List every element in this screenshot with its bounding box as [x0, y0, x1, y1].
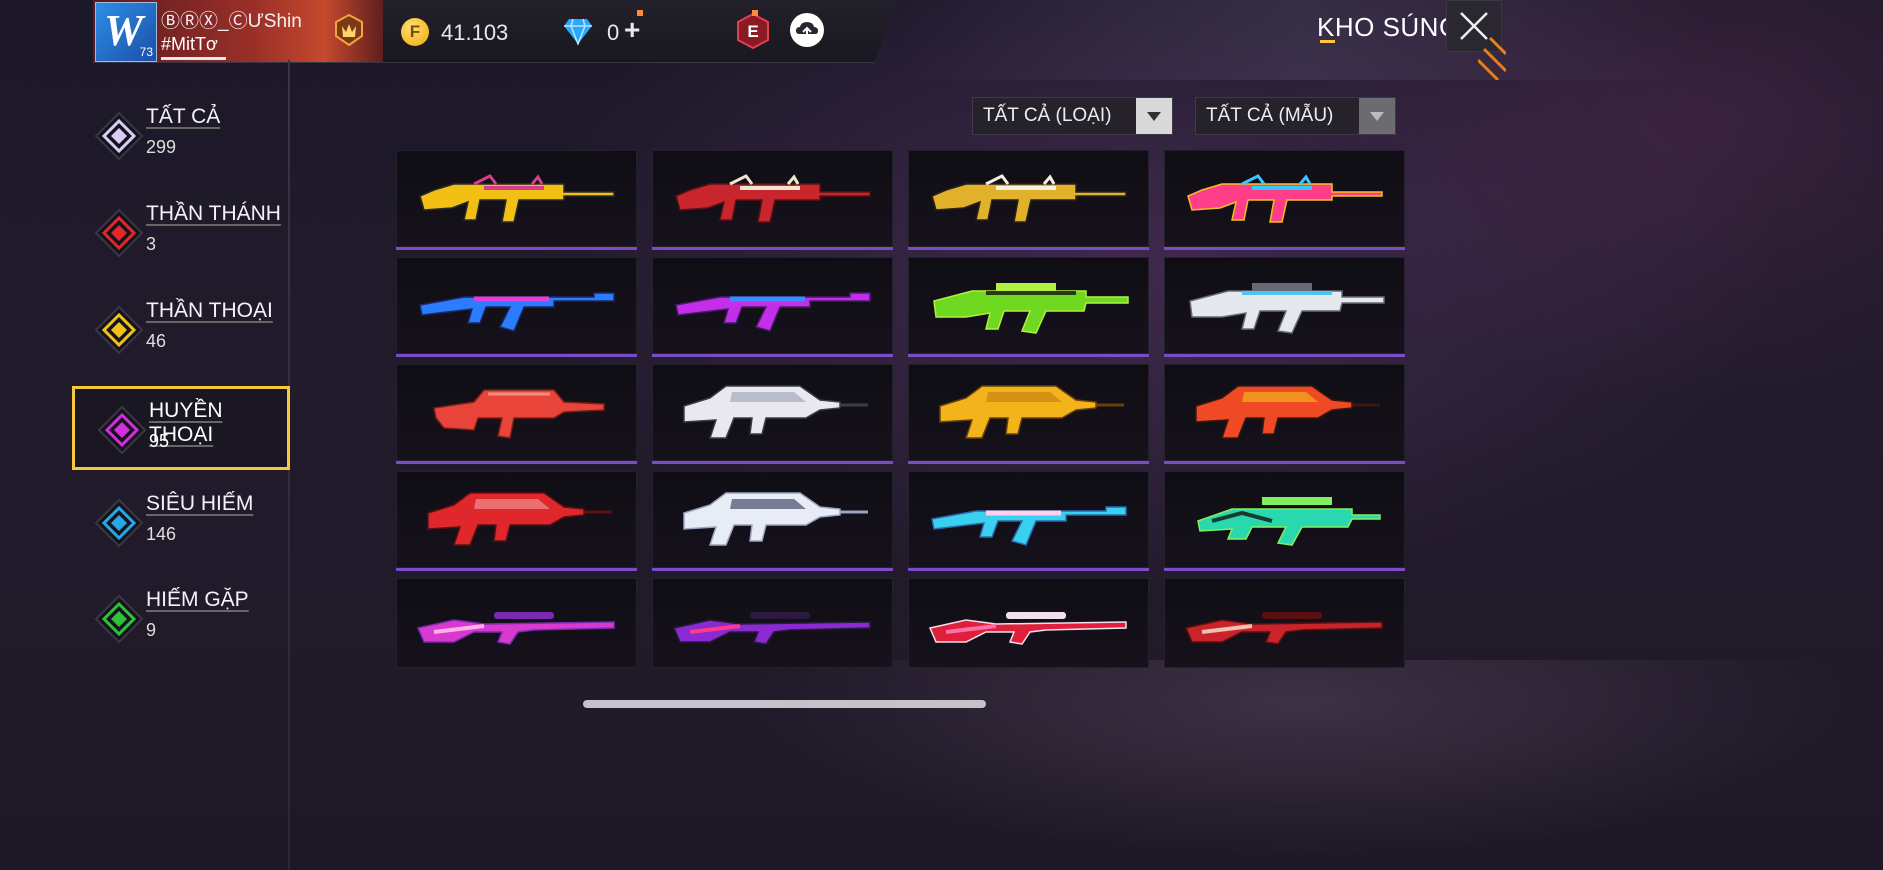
gun-skin-card[interactable]: [1164, 578, 1405, 668]
gun-skin-card[interactable]: [396, 257, 637, 357]
gun-skin-card[interactable]: [1164, 150, 1405, 250]
gun-skin-image: [1195, 385, 1380, 439]
category-count: 9: [146, 620, 157, 640]
background-light-streak: [900, 0, 1700, 80]
gun-skin-card[interactable]: [908, 578, 1149, 668]
top-resource-bar: W 73 ⒷⓇⓍ_ⒸƯShin #MitTơ F 41.103 0 + E: [93, 0, 898, 63]
gun-skin-card[interactable]: [908, 150, 1149, 250]
background-floor-glow: [700, 660, 1883, 870]
category-name: HIẾM GẶP: [146, 588, 249, 611]
gun-skin-card[interactable]: [1164, 257, 1405, 357]
gun-skin-card[interactable]: [1164, 471, 1405, 571]
gun-skin-image: [675, 174, 871, 223]
diamond-notification-dot: [637, 10, 643, 16]
gun-skin-card[interactable]: [1164, 364, 1405, 464]
add-diamond-button[interactable]: +: [624, 14, 640, 46]
avatar-letter: W: [104, 6, 144, 55]
category-name: TẤT CẢ: [146, 105, 221, 128]
diamond-amount: 0: [607, 20, 620, 45]
rarity-diamond-icon: [94, 208, 144, 258]
title-underline: [1320, 40, 1335, 43]
avatar[interactable]: W 73: [95, 2, 157, 62]
elite-pass-notification-dot: [752, 10, 758, 16]
gun-skin-image: [419, 174, 615, 223]
rarity-diamond-icon: [97, 405, 147, 455]
chevron-down-icon[interactable]: [1359, 98, 1395, 134]
player-tag: #MitTơ: [161, 34, 218, 54]
category-count: 46: [146, 331, 167, 351]
category-count: 299: [146, 137, 177, 157]
gun-skin-card[interactable]: [396, 150, 637, 250]
category-count: 95: [149, 431, 170, 451]
gold-coin-amount: 41.103: [441, 20, 509, 45]
gun-skin-card[interactable]: [652, 578, 893, 668]
category-item[interactable]: THẦN THÁNH 3: [72, 192, 290, 276]
gun-skin-card[interactable]: [396, 471, 637, 571]
player-card[interactable]: W 73 ⒷⓇⓍ_ⒸƯShin #MitTơ: [93, 0, 383, 62]
gun-skin-image: [939, 385, 1124, 439]
chevron-down-icon[interactable]: [1136, 98, 1172, 134]
gun-skin-image: [1197, 497, 1381, 546]
rarity-diamond-icon: [94, 305, 144, 355]
category-item[interactable]: HIẾM GẶP 9: [72, 578, 290, 662]
gun-skin-image: [427, 492, 612, 546]
cloud-sync-icon[interactable]: [790, 13, 824, 47]
category-item[interactable]: HUYỀN THOẠI 95: [72, 386, 290, 470]
gun-skin-card[interactable]: [652, 150, 893, 250]
category-count: 3: [146, 234, 157, 254]
gun-skin-card[interactable]: [652, 364, 893, 464]
player-level: 73: [139, 45, 153, 59]
player-name: ⒷⓇⓍ_ⒸƯShin: [161, 11, 302, 32]
category-item[interactable]: THẦN THOẠI 46: [72, 289, 290, 373]
diamond-icon: [564, 18, 592, 45]
rarity-diamond-icon: [94, 594, 144, 644]
gun-skin-image: [419, 292, 615, 332]
gun-skin-image: [416, 612, 615, 645]
category-item[interactable]: TẤT CẢ 299: [72, 95, 290, 179]
gun-skin-image: [683, 385, 868, 439]
rarity-diamond-icon: [94, 498, 144, 548]
model-filter-label: TẤT CẢ (MẪU): [1206, 105, 1334, 126]
rank-badge-icon[interactable]: [331, 12, 367, 48]
gun-skin-image: [675, 292, 871, 332]
model-filter-dropdown[interactable]: TẤT CẢ (MẪU): [1195, 97, 1396, 135]
gun-skin-image: [933, 283, 1129, 334]
category-name: SIÊU HIẾM: [146, 492, 254, 515]
gun-skin-image: [1187, 174, 1383, 223]
gun-skin-card[interactable]: [652, 257, 893, 357]
type-filter-dropdown[interactable]: TẤT CẢ (LOẠI): [972, 97, 1173, 135]
gun-skin-card[interactable]: [908, 471, 1149, 571]
category-name: THẦN THÁNH: [146, 202, 281, 225]
home-indicator[interactable]: [583, 700, 986, 708]
gun-skin-card[interactable]: [396, 578, 637, 668]
gun-skin-image: [672, 612, 871, 645]
rarity-diamond-icon: [94, 111, 144, 161]
gun-skin-image: [928, 612, 1127, 645]
elite-pass-icon[interactable]: E: [735, 12, 771, 50]
gun-skin-image: [1189, 283, 1385, 334]
gold-coin-icon: F: [401, 18, 429, 46]
type-filter-label: TẤT CẢ (LOẠI): [983, 105, 1112, 126]
category-count: 146: [146, 524, 177, 544]
category-name: HUYỀN THOẠI: [149, 399, 223, 446]
player-xp-bar: [161, 57, 226, 60]
gun-skin-card[interactable]: [396, 364, 637, 464]
gun-skin-image: [683, 492, 868, 546]
corner-decoration: [1478, 36, 1506, 80]
svg-text:E: E: [747, 22, 758, 41]
gun-skin-image: [931, 506, 1127, 546]
gun-skin-card[interactable]: [908, 364, 1149, 464]
page-title: KHO SÚNG: [1317, 12, 1460, 42]
gun-skin-card[interactable]: [652, 471, 893, 571]
gun-skin-image: [931, 174, 1127, 223]
gun-skin-image: [1184, 612, 1383, 645]
gun-skin-card[interactable]: [908, 257, 1149, 357]
category-name: THẦN THOẠI: [146, 299, 273, 322]
category-item[interactable]: SIÊU HIẾM 146: [72, 482, 290, 566]
gun-skin-image: [433, 389, 605, 439]
